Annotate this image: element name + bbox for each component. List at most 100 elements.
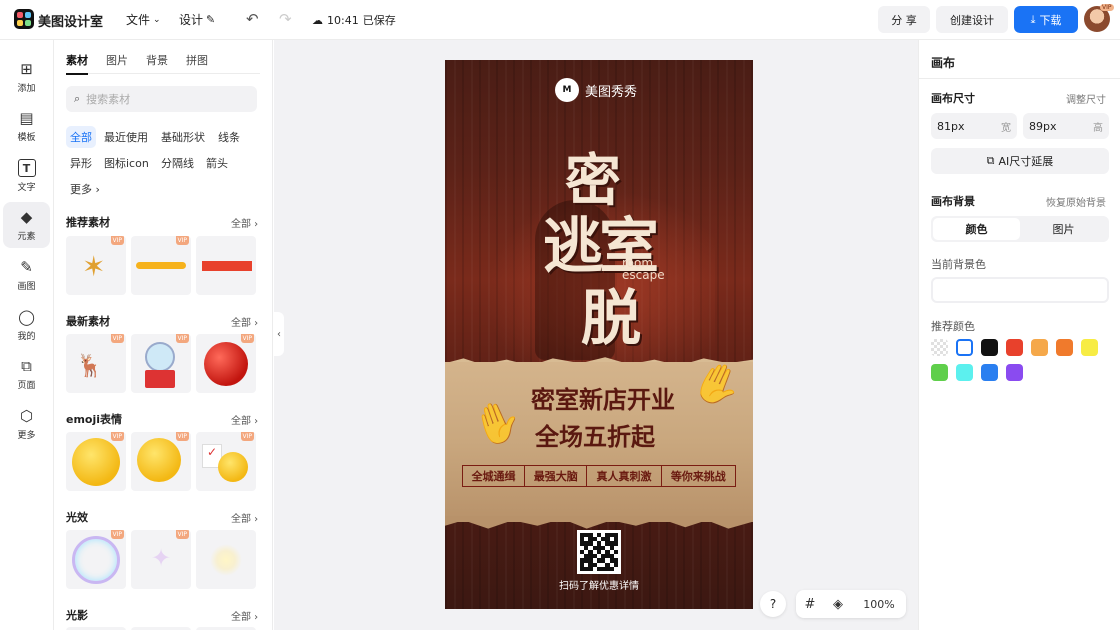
swatch-light-orange[interactable] xyxy=(1031,339,1048,356)
help-button[interactable]: ? xyxy=(760,591,786,617)
height-field[interactable]: 89px 高 xyxy=(1023,113,1109,139)
swatch-yellow[interactable] xyxy=(1081,339,1098,356)
grid-icon[interactable]: # xyxy=(796,590,824,618)
chip-more-label: 更多 xyxy=(70,183,92,196)
see-all-light-effects[interactable]: 全部 › xyxy=(231,510,258,525)
swatch-green[interactable] xyxy=(931,364,948,381)
page-add-icon: ⧉ xyxy=(21,356,32,375)
poster-headline-1: 密室新店开业 xyxy=(531,385,675,414)
layers-icon[interactable]: ◈ xyxy=(824,590,852,618)
asset-bubble[interactable]: VIP xyxy=(66,530,126,589)
download-button[interactable]: ⤓ 下载 xyxy=(1014,6,1078,33)
redo-icon[interactable]: ↷ xyxy=(279,10,292,28)
adjust-size-link[interactable]: 调整尺寸 xyxy=(1066,91,1106,106)
apple-icon xyxy=(204,342,248,386)
chip-arrows[interactable]: 箭头 xyxy=(202,152,232,174)
rail-label: 画图 xyxy=(17,282,36,292)
swatch-white[interactable] xyxy=(956,339,973,356)
asset-emoji-shocked[interactable]: VIP xyxy=(66,432,126,491)
zoom-level[interactable]: 100% xyxy=(852,590,906,618)
swatch-transparent[interactable] xyxy=(931,339,948,356)
poster-headline-2: 全场五折起 xyxy=(535,422,655,451)
poster-tag: 真人真刺激 xyxy=(587,466,662,486)
title-char-4: 脱 xyxy=(581,284,641,354)
rail-label: 添加 xyxy=(17,84,36,94)
rail-item-draw[interactable]: ✎ 画图 xyxy=(3,252,50,298)
vip-badge: VIP xyxy=(110,334,124,343)
cube-icon: ⬡ xyxy=(19,406,34,425)
asset-reindeer-sleigh[interactable]: VIP 🦌 xyxy=(66,334,126,393)
tab-background[interactable]: 背景 xyxy=(146,52,168,74)
undo-icon[interactable]: ↶ xyxy=(246,10,259,28)
chip-icons[interactable]: 图标icon xyxy=(100,152,153,174)
chick-face-icon xyxy=(218,452,248,482)
title-en-escape: escape xyxy=(622,268,665,282)
properties-panel: 画布 画布尺寸 调整尺寸 81px 宽 89px 高 ⧉ AI尺寸延展 画布背景… xyxy=(918,40,1120,630)
swatch-red[interactable] xyxy=(1006,339,1023,356)
asset-party-popper[interactable]: VIP ✶ xyxy=(66,236,126,295)
width-field[interactable]: 81px 宽 xyxy=(931,113,1017,139)
chip-all[interactable]: 全部 xyxy=(66,126,96,148)
rail-item-text[interactable]: T 文字 xyxy=(3,153,50,199)
see-all-recommended[interactable]: 全部 › xyxy=(231,215,258,230)
swatch-cyan[interactable] xyxy=(956,364,973,381)
search-placeholder: 搜索素材 xyxy=(86,93,131,106)
current-bg-color[interactable] xyxy=(931,277,1109,303)
vip-badge: VIP xyxy=(175,530,189,539)
asset-sparkle[interactable]: VIP ✦ xyxy=(131,530,191,589)
poster-brand: M 美图秀秀 xyxy=(555,78,637,102)
see-all-light-shadow[interactable]: 全部 › xyxy=(231,608,258,623)
asset-red-bar[interactable] xyxy=(196,236,256,295)
asset-emoji-checklist[interactable]: VIP ✓ xyxy=(196,432,256,491)
zoom-bar: # ◈ 100% xyxy=(796,590,906,618)
swatch-black[interactable] xyxy=(981,339,998,356)
chip-more[interactable]: 更多 › xyxy=(66,178,104,200)
ai-extend-button[interactable]: ⧉ AI尺寸延展 xyxy=(931,148,1109,174)
yellow-stroke-shape xyxy=(136,262,186,269)
search-input[interactable]: ⌕ 搜索素材 xyxy=(66,86,257,112)
chip-dividers[interactable]: 分隔线 xyxy=(157,152,198,174)
chip-lines[interactable]: 线条 xyxy=(214,126,244,148)
vip-badge: VIP xyxy=(110,530,124,539)
vip-badge: VIP xyxy=(175,432,189,441)
see-all-newest[interactable]: 全部 › xyxy=(231,314,258,329)
rail-item-mine[interactable]: ◯ 我的 xyxy=(3,302,50,348)
rail-item-template[interactable]: ▤ 模板 xyxy=(3,103,50,149)
rail-item-page[interactable]: ⧉ 页面 xyxy=(3,351,50,397)
see-all-label: 全部 xyxy=(231,318,251,329)
asset-glow[interactable] xyxy=(196,530,256,589)
rail-item-add[interactable]: ⊞ 添加 xyxy=(3,54,50,100)
asset-red-apple[interactable]: VIP xyxy=(196,334,256,393)
chip-basic-shapes[interactable]: 基础形状 xyxy=(157,126,209,148)
width-unit: 宽 xyxy=(1001,122,1011,134)
tab-image[interactable]: 图片 xyxy=(106,52,128,74)
see-all-emoji[interactable]: 全部 › xyxy=(231,412,258,427)
collapse-panel-button[interactable]: ‹ xyxy=(274,312,284,356)
file-menu-label: 文件 xyxy=(126,13,151,27)
save-time: 10:41 xyxy=(327,13,359,27)
app-logo-icon[interactable] xyxy=(14,9,34,29)
bg-type-image[interactable]: 图片 xyxy=(1020,218,1107,240)
design-menu-label: 设计 xyxy=(179,13,204,27)
create-design-button[interactable]: 创建设计 xyxy=(936,6,1008,33)
bg-type-color[interactable]: 颜色 xyxy=(933,218,1020,240)
share-button[interactable]: 分 享 xyxy=(878,6,930,33)
tab-material[interactable]: 素材 xyxy=(66,52,88,75)
asset-yellow-stroke[interactable]: VIP xyxy=(131,236,191,295)
poster-canvas[interactable]: M 美图秀秀 密 逃 室 脱 room escape ✋ ✋ 密室新店开业 全场… xyxy=(445,60,753,609)
asset-snow-globe-gift[interactable]: VIP xyxy=(131,334,191,393)
swatch-blue[interactable] xyxy=(981,364,998,381)
chip-irregular[interactable]: 异形 xyxy=(66,152,96,174)
design-menu-button[interactable]: 设计 ✎ xyxy=(179,11,215,28)
share-label: 分 享 xyxy=(891,13,917,27)
rail-item-elements[interactable]: ◆ 元素 xyxy=(3,202,50,248)
reset-bg-link[interactable]: 恢复原始背景 xyxy=(1046,194,1106,209)
brand-logo-icon: M xyxy=(555,78,579,102)
asset-emoji-thinking[interactable]: VIP xyxy=(131,432,191,491)
swatch-purple[interactable] xyxy=(1006,364,1023,381)
file-menu-button[interactable]: 文件 ⌄ xyxy=(126,11,161,28)
swatch-orange[interactable] xyxy=(1056,339,1073,356)
rail-item-more[interactable]: ⬡ 更多 xyxy=(3,401,50,447)
chip-recent[interactable]: 最近使用 xyxy=(100,126,152,148)
tab-collage[interactable]: 拼图 xyxy=(186,52,208,74)
